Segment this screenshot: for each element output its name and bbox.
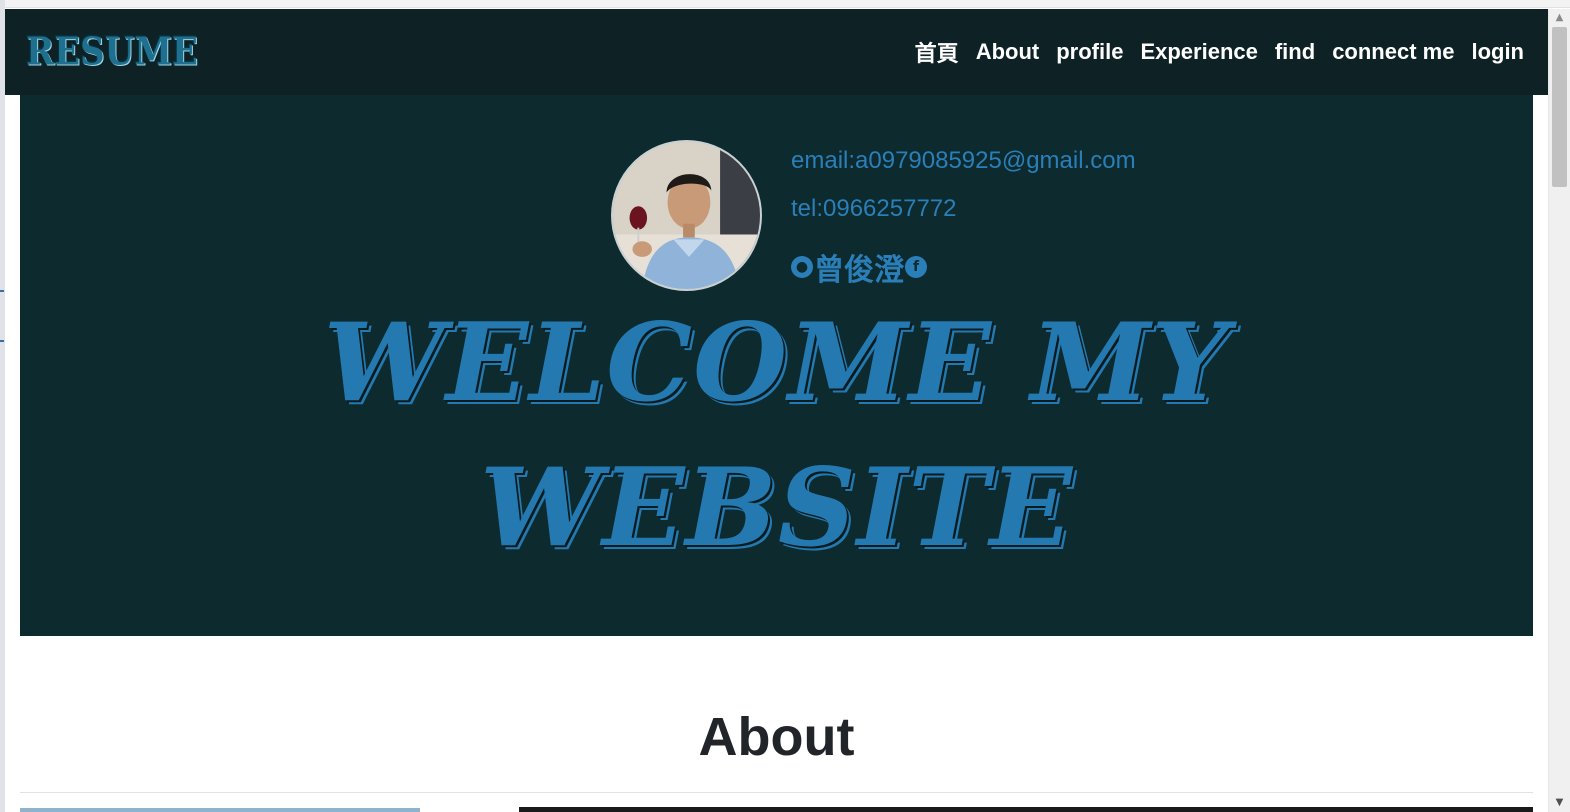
owner-name: 曾俊澄 — [814, 254, 904, 287]
nav-link-login[interactable]: login — [1471, 39, 1524, 65]
edge-marker — [0, 290, 4, 292]
brand-logo[interactable]: RESUME — [26, 30, 198, 75]
nav-links: 首頁 About profile Experience find connect… — [898, 36, 1524, 68]
nav-link-about[interactable]: About — [976, 39, 1040, 65]
welcome-heading-line2: WEBSITE — [479, 445, 1074, 571]
nav-link-home[interactable]: 首頁 — [915, 36, 959, 68]
profile-photo-icon — [613, 142, 760, 289]
nav-link-connect-me[interactable]: connect me — [1332, 39, 1454, 65]
welcome-heading-line1: WELCOME MY — [323, 300, 1230, 426]
nav-link-profile[interactable]: profile — [1056, 39, 1123, 65]
about-divider — [20, 792, 1533, 793]
hero-section: email:a0979085925@gmail.com tel:09662577… — [20, 95, 1533, 636]
scrollbar-thumb[interactable] — [1552, 27, 1567, 187]
page-scrollbar[interactable]: ▲ ▼ — [1548, 9, 1570, 812]
contact-email[interactable]: email:a0979085925@gmail.com — [791, 147, 1136, 175]
nav-link-experience[interactable]: Experience — [1140, 39, 1257, 65]
facebook-icon[interactable]: f — [905, 256, 927, 278]
social-links: ● 曾俊澄 f — [791, 245, 927, 289]
edge-marker — [0, 340, 4, 342]
chevron-down-icon[interactable]: ▼ — [1549, 794, 1570, 812]
contact-tel[interactable]: tel:0966257772 — [791, 195, 957, 223]
nav-link-find[interactable]: find — [1275, 39, 1315, 65]
github-icon[interactable]: ● — [791, 256, 813, 278]
window-left-edge — [0, 0, 5, 812]
about-image-left-edge — [20, 808, 420, 812]
avatar — [611, 140, 762, 291]
about-heading: About — [698, 707, 855, 767]
chevron-up-icon[interactable]: ▲ — [1549, 9, 1570, 27]
window-top-edge — [0, 0, 1570, 8]
navbar: RESUME 首頁 About profile Experience find … — [5, 9, 1548, 95]
about-content-right-edge — [519, 807, 1533, 812]
